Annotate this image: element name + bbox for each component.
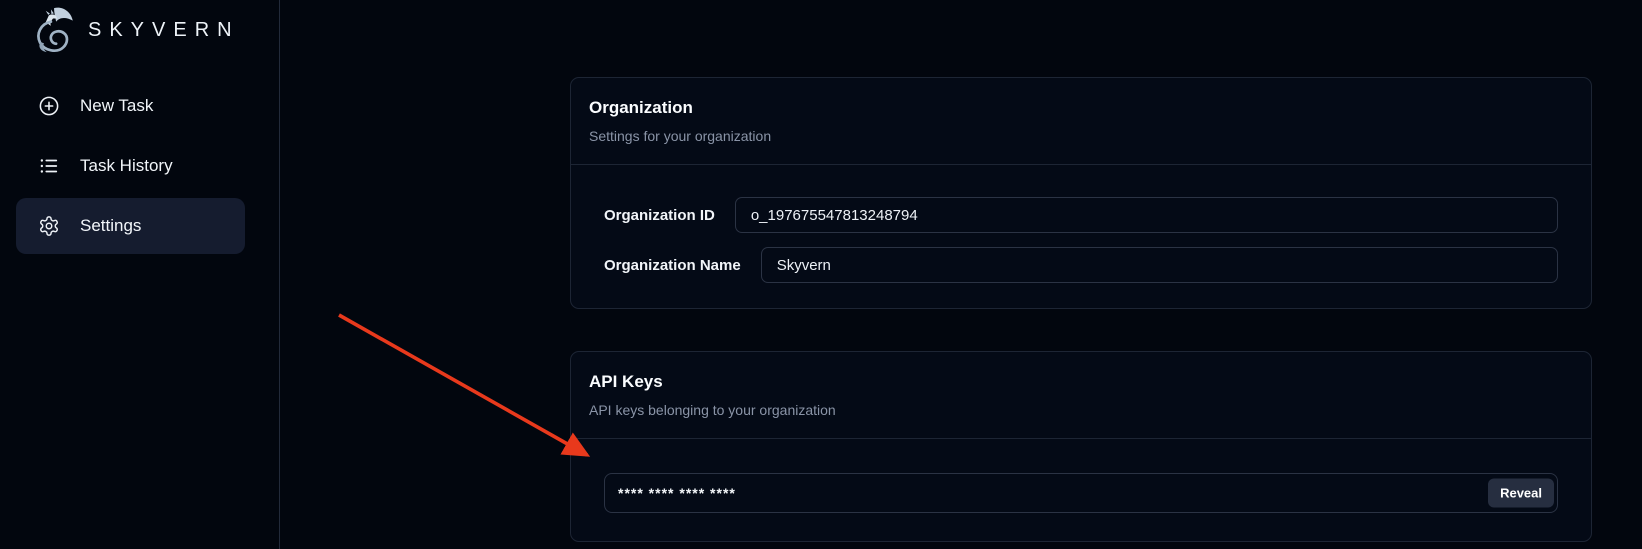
organization-card-subtitle: Settings for your organization [589,128,1573,144]
organization-card-header: Organization Settings for your organizat… [571,78,1591,165]
reveal-button[interactable]: Reveal [1488,479,1554,508]
gear-icon [38,215,60,237]
api-keys-card-subtitle: API keys belonging to your organization [589,402,1573,418]
organization-name-label: Organization Name [604,257,741,274]
sidebar-nav: New Task Task History Settings [16,78,245,254]
logo-wordmark: SKYVERN [88,19,240,42]
api-key-masked-input[interactable] [604,473,1558,513]
organization-card: Organization Settings for your organizat… [570,77,1592,309]
organization-card-body: Organization ID Organization Name [571,165,1591,283]
dragon-logo-icon [28,5,78,55]
api-key-row: Reveal [604,473,1558,513]
organization-id-input[interactable] [735,197,1558,233]
api-keys-card-header: API Keys API keys belonging to your orga… [571,352,1591,439]
list-icon [38,155,60,177]
organization-name-row: Organization Name [604,247,1558,283]
sidebar-item-new-task[interactable]: New Task [16,78,245,134]
sidebar-item-task-history[interactable]: Task History [16,138,245,194]
organization-id-row: Organization ID [604,197,1558,233]
sidebar-item-label: Settings [80,216,141,236]
sidebar: SKYVERN New Task Task History Settings [0,0,280,549]
arrow-line [339,315,587,455]
circle-plus-icon [38,95,60,117]
sidebar-item-label: New Task [80,96,153,116]
api-keys-card-body: Reveal [571,439,1591,513]
organization-id-label: Organization ID [604,207,715,224]
sidebar-item-label: Task History [80,156,173,176]
api-keys-card-title: API Keys [589,372,1573,392]
sidebar-item-settings[interactable]: Settings [16,198,245,254]
skyvern-logo[interactable]: SKYVERN [0,0,279,57]
organization-name-input[interactable] [761,247,1558,283]
api-keys-card: API Keys API keys belonging to your orga… [570,351,1592,542]
organization-card-title: Organization [589,98,1573,118]
